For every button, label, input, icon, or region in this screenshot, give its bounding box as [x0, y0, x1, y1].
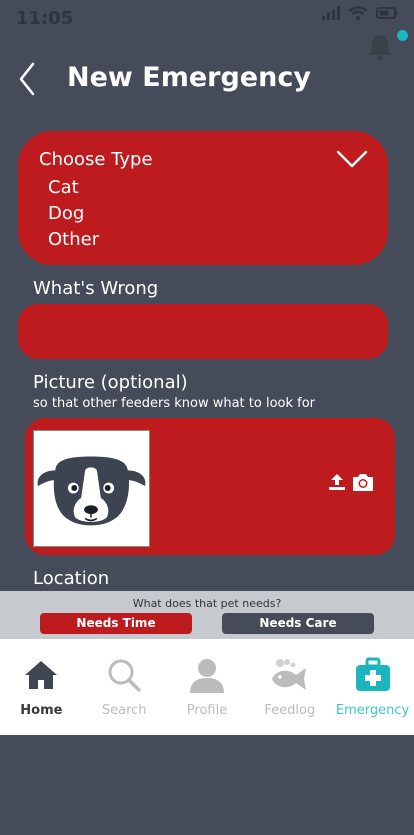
- fish-icon: [270, 655, 310, 695]
- needs-panel: What does that pet needs? Needs Time Nee…: [0, 591, 414, 639]
- needs-question: What does that pet needs?: [132, 597, 282, 610]
- home-icon: [21, 655, 61, 695]
- page-title: New Emergency: [67, 62, 311, 93]
- status-bar: 11:05: [0, 0, 414, 38]
- type-option-other[interactable]: Other: [48, 227, 99, 253]
- tab-bar: Home Search Profile Feedlog Emergency: [0, 639, 414, 735]
- header: New Emergency: [0, 58, 414, 106]
- needs-time-button[interactable]: Needs Time: [40, 613, 192, 634]
- tab-feedlog-label: Feedlog: [264, 703, 316, 718]
- chevron-left-icon: [19, 62, 35, 96]
- search-icon: [104, 655, 144, 695]
- type-option-cat[interactable]: Cat: [48, 175, 99, 201]
- tab-emergency[interactable]: Emergency: [331, 639, 414, 735]
- tab-home-label: Home: [20, 703, 63, 718]
- profile-icon: [187, 655, 227, 695]
- notification-dot: [397, 30, 408, 41]
- status-icons: [322, 6, 398, 20]
- picture-sublabel: so that other feeders know what to look …: [33, 396, 316, 411]
- picture-card: [25, 418, 395, 555]
- tab-feedlog[interactable]: Feedlog: [248, 639, 331, 735]
- camera-icon[interactable]: [351, 471, 375, 493]
- signal-icon: [322, 6, 340, 20]
- chevron-down-icon[interactable]: [336, 149, 368, 169]
- whats-wrong-label: What's Wrong: [33, 278, 159, 299]
- upload-icon[interactable]: [327, 472, 347, 492]
- back-button[interactable]: [14, 58, 44, 102]
- wifi-icon: [348, 6, 368, 20]
- first-aid-icon: [353, 655, 393, 695]
- tab-search[interactable]: Search: [83, 639, 166, 735]
- status-time: 11:05: [16, 8, 74, 29]
- tab-profile[interactable]: Profile: [166, 639, 249, 735]
- picture-label: Picture (optional): [33, 372, 188, 393]
- location-label: Location: [33, 568, 110, 589]
- battery-icon: [376, 7, 398, 19]
- type-options: Cat Dog Other: [48, 175, 99, 253]
- tab-emergency-label: Emergency: [335, 703, 410, 718]
- type-select[interactable]: Choose Type Cat Dog Other: [18, 131, 388, 265]
- type-select-header: Choose Type: [39, 149, 153, 170]
- needs-care-button[interactable]: Needs Care: [222, 613, 374, 634]
- type-option-dog[interactable]: Dog: [48, 201, 99, 227]
- tab-search-label: Search: [101, 703, 147, 718]
- tab-profile-label: Profile: [186, 703, 228, 718]
- pet-photo: [33, 430, 150, 547]
- tab-home[interactable]: Home: [0, 639, 83, 735]
- whats-wrong-input[interactable]: [18, 304, 388, 359]
